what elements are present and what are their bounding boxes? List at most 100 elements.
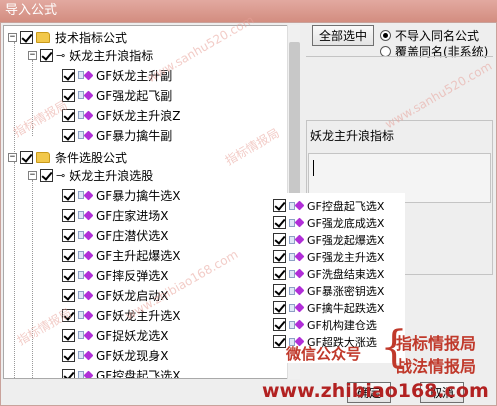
item-checkbox[interactable] xyxy=(62,368,75,378)
item-label: GF强龙主升选X xyxy=(307,250,385,264)
tree-item[interactable]: GF妖龙现身X xyxy=(62,345,168,365)
key-icon: ⊸ xyxy=(56,48,66,62)
item-label: GF强龙起爆选X xyxy=(307,233,385,247)
formula-diamond-icon xyxy=(289,200,305,211)
item-label: GF强龙起飞副 xyxy=(96,88,173,103)
formula-diamond-icon xyxy=(289,302,305,313)
group-label: 技术指标公式 xyxy=(55,30,128,45)
radio-skip-same-name[interactable]: 不导入同名公式 xyxy=(380,27,479,44)
formula-diamond-icon xyxy=(78,370,94,378)
tree-group-technical[interactable]: − 技术指标公式 xyxy=(8,27,127,47)
item-checkbox xyxy=(273,216,286,229)
item-label: GF洗盘结束选X xyxy=(307,267,385,281)
tree-item[interactable]: GF暴力擒牛选X xyxy=(62,185,180,205)
brand-watermark-bottom: 战法情报局 xyxy=(396,357,477,376)
item-checkbox xyxy=(273,250,286,263)
formula-diamond-icon xyxy=(289,268,305,279)
item-checkbox[interactable] xyxy=(62,328,75,342)
overlay-item: GF擒牛起跌选X xyxy=(273,299,384,316)
group-checkbox[interactable] xyxy=(20,150,33,164)
tree-item[interactable]: GF摔反弹选X xyxy=(62,265,168,285)
item-checkbox[interactable] xyxy=(62,128,75,142)
wechat-watermark: 微信公众号 xyxy=(286,345,362,363)
tree-group-screening[interactable]: − 条件选股公式 xyxy=(8,147,127,167)
item-checkbox[interactable] xyxy=(62,348,75,362)
formula-checkbox[interactable] xyxy=(40,168,53,182)
folder-icon xyxy=(36,31,50,43)
item-checkbox xyxy=(273,284,286,297)
brand-watermark-top: 指标情报局 xyxy=(396,334,477,353)
tree-line xyxy=(14,42,15,156)
formula-label: 妖龙主升浪指标 xyxy=(69,48,154,63)
formula-diamond-icon xyxy=(289,285,305,296)
tree-formula-screener[interactable]: − ⊸ 妖龙主升浪选股 xyxy=(28,165,153,185)
item-label: GF妖龙现身X xyxy=(96,348,169,363)
tree-item[interactable]: GF主升起爆选X xyxy=(62,245,180,265)
item-label: GF庄潜伏选X xyxy=(96,228,169,243)
tree-formula-indicator[interactable]: − ⊸ 妖龙主升浪指标 xyxy=(28,45,153,65)
overlay-item: GF强龙起爆选X xyxy=(273,231,384,248)
item-checkbox[interactable] xyxy=(62,188,75,202)
group-checkbox[interactable] xyxy=(20,30,33,44)
formula-diamond-icon xyxy=(289,251,305,262)
tree-item[interactable]: GF庄潜伏选X xyxy=(62,225,168,245)
divider xyxy=(306,56,493,57)
tree-line xyxy=(14,162,15,378)
formula-diamond-icon xyxy=(78,70,94,80)
formula-diamond-icon xyxy=(78,130,94,140)
formula-diamond-icon xyxy=(78,310,94,320)
formula-diamond-icon xyxy=(78,210,94,220)
item-label: GF控盘起飞选X xyxy=(96,368,181,379)
item-checkbox[interactable] xyxy=(62,248,75,262)
tree-item[interactable]: GF暴力擒牛副 xyxy=(62,125,172,145)
overlay-item: GF机构建仓选 xyxy=(273,316,377,333)
formula-diamond-icon xyxy=(289,319,305,330)
tree-item[interactable]: GF妖龙主升选X xyxy=(62,305,180,325)
radio-label: 不导入同名公式 xyxy=(395,29,480,43)
item-label: GF强龙底成选X xyxy=(307,216,385,230)
item-checkbox[interactable] xyxy=(62,68,75,82)
item-checkbox[interactable] xyxy=(62,208,75,222)
item-label: GF庄家进场X xyxy=(96,208,169,223)
tree-item[interactable]: GF控盘起飞选X xyxy=(62,365,181,379)
tree-item[interactable]: GF强龙起飞副 xyxy=(62,85,172,105)
overlay-item: GF暴涨密钥选X xyxy=(273,282,384,299)
item-checkbox xyxy=(273,267,286,280)
radio-label: 覆盖同名(非系统) xyxy=(395,45,489,59)
formula-diamond-icon xyxy=(78,330,94,340)
item-label: GF妖龙主升浪Z xyxy=(96,108,181,123)
tree-item[interactable]: GF妖龙主升浪Z xyxy=(62,105,180,125)
collapse-icon[interactable]: − xyxy=(8,32,17,42)
radio-overwrite-same-name[interactable]: 覆盖同名(非系统) xyxy=(380,43,488,60)
select-all-button[interactable]: 全部选中 xyxy=(312,25,374,46)
item-checkbox[interactable] xyxy=(62,288,75,302)
formula-name-text: 妖龙主升浪指标 xyxy=(310,129,395,143)
formula-checkbox[interactable] xyxy=(40,48,53,62)
item-label: GF机构建仓选 xyxy=(307,318,377,332)
item-checkbox xyxy=(273,335,286,348)
item-checkbox[interactable] xyxy=(62,228,75,242)
formula-diamond-icon xyxy=(78,350,94,360)
formula-diamond-icon xyxy=(78,270,94,280)
item-checkbox xyxy=(273,233,286,246)
tree-item[interactable]: GF庄家进场X xyxy=(62,205,168,225)
item-label: GF捉妖龙选X xyxy=(96,328,169,343)
tree-item[interactable]: GF捉妖龙选X xyxy=(62,325,168,345)
overlay-item: GF强龙底成选X xyxy=(273,214,384,231)
item-label: GF暴力擒牛选X xyxy=(96,188,181,203)
folder-icon xyxy=(36,151,50,163)
item-checkbox xyxy=(273,318,286,331)
formula-diamond-icon xyxy=(78,190,94,200)
formula-label: 妖龙主升浪选股 xyxy=(69,168,154,183)
collapse-icon[interactable]: − xyxy=(28,170,37,180)
overlay-item: GF强龙主升选X xyxy=(273,248,384,265)
formula-diamond-icon xyxy=(78,110,94,120)
item-checkbox xyxy=(273,199,286,212)
item-checkbox[interactable] xyxy=(62,268,75,282)
formula-diamond-icon xyxy=(78,290,94,300)
collapse-icon[interactable]: − xyxy=(28,50,37,60)
collapse-icon[interactable]: − xyxy=(8,152,17,162)
scrollbar-thumb[interactable] xyxy=(289,42,300,212)
radio-dot-icon[interactable] xyxy=(380,30,391,41)
formula-diamond-icon xyxy=(78,90,94,100)
